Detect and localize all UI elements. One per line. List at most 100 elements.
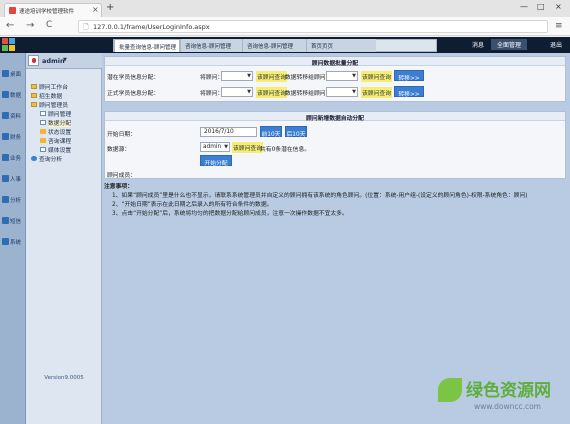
watermark-url: www.downcc.com [474,402,541,411]
browser-tab-bar: 速途培训学校管理软件 × + — □ × [0,0,570,17]
prospect-assign-label: 潜在学员信息分配： [107,75,160,81]
from-consultant-select[interactable]: ▼ [221,71,253,81]
system-icon [2,238,9,245]
tree-panel: admin ▼ 顾问工作台 招生数据 顾问管理员 顾问管理 数据分配 状态设置 … [26,53,102,424]
maximize-icon[interactable]: □ [537,2,545,11]
quick-nav-analysis[interactable]: 分析 [2,196,25,208]
watermark: 绿色资源网 www.downcc.com [438,372,570,424]
note-item: 1、如果“顾问成员”里是什么也不显示，请联系系统管理员并自定义的顾问拥有该系统的… [112,193,528,199]
reload-icon[interactable]: C [46,20,52,30]
chevron-down-icon: ▼ [247,73,251,79]
desktop-icon [2,70,9,77]
tree-node-enroll-data[interactable]: 招生数据 [31,91,62,100]
user-dropdown-icon[interactable]: ▼ [63,57,67,63]
chevron-down-icon: ▼ [352,89,356,95]
tree-node-status-settings[interactable]: 状态设置 [40,127,71,136]
browser-menu-icon[interactable]: ≡ [555,21,563,31]
tab-home[interactable]: 首页页页 [306,39,376,52]
materials-icon [2,112,9,119]
back-icon[interactable]: ← [6,20,14,31]
folder-icon [31,84,37,89]
student-assign-label: 正式学员信息分配： [107,91,160,97]
tab-title: 速途培训学校管理软件 [19,9,75,15]
tree-node-query-analysis[interactable]: 查询分析 [31,154,62,163]
favicon-icon [9,7,16,14]
cart-icon [40,129,46,134]
transfer-to-label: 数据转移给顾问： [285,91,332,97]
messages-link[interactable]: 消息 [472,40,484,49]
source-count-text: 共有0条潜在信息。 [260,147,311,153]
tree-node-data-assign[interactable]: 数据分配 [40,118,72,127]
prev-10-days-button[interactable]: 前10天 [260,126,282,138]
consultant-query-link[interactable]: 该顾问查询 [256,71,287,82]
new-tab-button[interactable]: + [106,2,114,13]
logo-tile [2,38,8,44]
chevron-down-icon: ▼ [352,73,356,79]
browser-tab[interactable]: 速途培训学校管理软件 × [4,3,102,17]
note-item: 3、点击“开始分配”后，系统将均匀的把数据分配给顾问成员，注意一次操作数据不宜太… [112,211,348,217]
page-icon [40,111,46,116]
analysis-icon [2,196,9,203]
consultant-query-link[interactable]: 该顾问查询 [256,87,287,98]
sms-icon [2,217,9,224]
source-query-link[interactable]: 该顾问查询 [232,142,263,153]
address-bar: ← → C 🗋 127.0.0.1/frame/UserLoginInfo.as… [0,17,570,36]
url-input[interactable]: 🗋 127.0.0.1/frame/UserLoginInfo.aspx [78,20,548,33]
tree-node-media-settings[interactable]: 媒体设置 [40,145,71,154]
tab-consult-info-2[interactable]: 咨询信息-顾问管理 [242,39,306,52]
quick-nav-desktop[interactable]: 桌面 [2,70,25,82]
to-consultant-select[interactable]: ▼ [326,87,358,97]
tree-node-consult-courses[interactable]: 咨询课程 [40,136,71,145]
page-icon: 🗋 [83,23,89,31]
forward-icon[interactable]: → [26,20,34,31]
folder-icon [31,93,37,98]
quick-nav-finance[interactable]: 财务 [2,133,25,145]
quick-nav-sms[interactable]: 短信 [2,217,25,229]
minimize-icon[interactable]: — [520,2,528,11]
quick-nav-materials[interactable]: 资料 [2,112,25,124]
app-logo [2,38,16,52]
tab-consult-info-1[interactable]: 咨询信息-顾问管理 [180,39,242,52]
username[interactable]: admin [42,57,65,65]
admin-link[interactable]: 全面管理 [491,39,528,50]
note-item: 2、“开始日期”表示在此日期之后录入的所有符合条件的数据。 [112,202,273,208]
tree-node-consultant-manage[interactable]: 顾问管理 [40,109,71,118]
member-label: 顾问成员： [107,173,136,179]
tab-close-icon[interactable]: × [92,5,99,14]
section-title: 顾问新增数据自动分配 [105,112,565,122]
next-10-days-button[interactable]: 后10天 [285,126,307,138]
page-icon [40,120,46,125]
tree-node-consultant-admin[interactable]: 顾问管理员 [31,100,68,109]
quick-nav-system[interactable]: 系统 [2,238,25,250]
business-icon [2,154,9,161]
data-source-select[interactable]: admin ▼ [200,142,230,152]
from-consultant-select[interactable]: ▼ [221,87,253,97]
start-assign-button[interactable]: 开始分配 [200,155,232,167]
quick-nav-hr[interactable]: 人事 [2,175,25,187]
quick-nav-data[interactable]: 数据 [2,91,25,103]
tab-label: 咨询信息-顾问管理 [247,44,293,50]
notes: 注意事项： 1、如果“顾问成员”里是什么也不显示，请联系系统管理员并自定义的顾问… [104,183,566,219]
user-bar: admin ▼ [26,53,102,69]
batch-assign-section: 顾问数据批量分配 潜在学员信息分配： 将顾问： ▼ 该顾问查询 数据转移给顾问：… [104,56,566,102]
to-consultant-select[interactable]: ▼ [326,71,358,81]
from-consultant-label: 将顾问： [200,75,224,81]
tree-node-workbench[interactable]: 顾问工作台 [31,82,68,91]
chevron-down-icon: ▼ [247,89,251,95]
tab-label: 首页页页 [311,44,334,50]
quick-nav-bar: 桌面 数据 资料 财务 业务 人事 分析 短信 系统 [0,53,26,424]
transfer-button[interactable]: 转移>> [394,86,424,98]
close-window-icon[interactable]: × [555,2,562,11]
tab-batch-query[interactable]: 批量查询信息-顾问管理× [114,39,184,52]
start-date-input[interactable]: 2016/7/10 [200,127,257,137]
consultant-query-link[interactable]: 该顾问查询 [361,71,392,82]
notes-title: 注意事项： [104,184,133,190]
transfer-button[interactable]: 转移>> [394,70,424,82]
logout-link[interactable]: 退出 [550,40,562,49]
app-header: 批量查询信息-顾问管理× 咨询信息-顾问管理 咨询信息-顾问管理 首页页页 消息… [0,37,570,53]
section-title: 顾问数据批量分配 [105,57,565,67]
consultant-query-link[interactable]: 该顾问查询 [361,87,392,98]
logo-tile [9,45,15,51]
quick-nav-business[interactable]: 业务 [2,154,25,166]
url-text: 127.0.0.1/frame/UserLoginInfo.aspx [93,23,210,31]
